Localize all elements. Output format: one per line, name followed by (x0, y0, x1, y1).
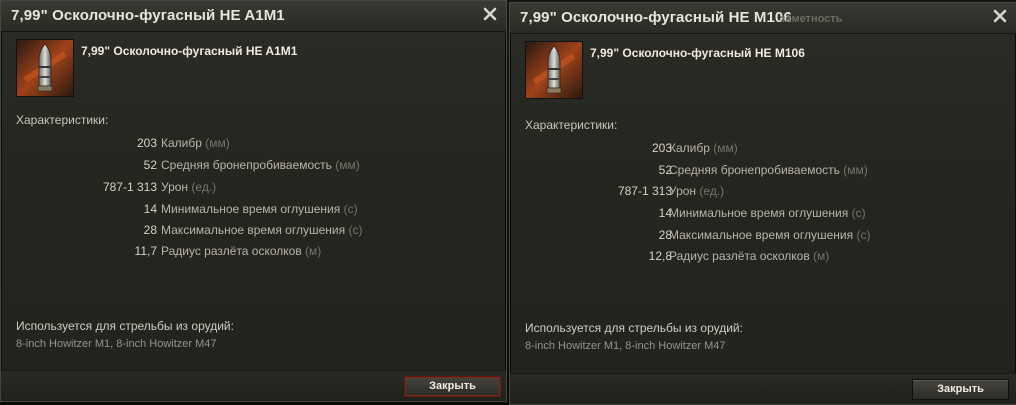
used-by-label: Используется для стрельбы из орудий: (16, 319, 234, 333)
close-button[interactable]: Закрыть (912, 379, 1009, 400)
shell-name: 7,99" Осколочно-фугасный HE A1M1 (81, 44, 298, 58)
stat-name: Максимальное время оглушения (с) (161, 223, 363, 237)
stat-row-penetration: 52 Средняя бронепробиваемость (мм) (1, 158, 506, 174)
stat-value: 52 (143, 158, 157, 172)
stat-value: 787-1 313 (617, 184, 672, 198)
stat-row-max-stun: 28 Максимальное время оглушения (с) (1, 223, 506, 239)
stat-row-caliber: 203 Калибр (мм) (510, 141, 1016, 157)
stat-row-max-stun: 28 Максимальное время оглушения (с) (510, 228, 1016, 244)
stat-name: Минимальное время оглушения (с) (669, 206, 866, 220)
stat-value: 14 (143, 202, 157, 216)
stat-name: Средняя бронепробиваемость (мм) (161, 158, 360, 172)
shell-info-window-m106: 7,99" Осколочно-фугасный HE M106 заметно… (509, 2, 1016, 405)
window-footer: Закрыть (510, 373, 1016, 404)
stat-value: 52 (658, 163, 672, 177)
close-icon[interactable] (482, 6, 498, 22)
stat-row-damage: 787-1 313 Урон (ед.) (510, 184, 1016, 200)
characteristics-label: Характеристики: (525, 118, 618, 132)
close-icon[interactable] (992, 8, 1008, 24)
stat-name: Радиус разлёта осколков (м) (161, 244, 322, 258)
stat-row-penetration: 52 Средняя бронепробиваемость (мм) (510, 163, 1016, 179)
used-by-label: Используется для стрельбы из орудий: (525, 321, 743, 335)
guns-list: 8-inch Howitzer M1, 8-inch Howitzer M47 (525, 340, 726, 352)
stat-row-min-stun: 14 Минимальное время оглушения (с) (510, 206, 1016, 222)
stat-row-splash-radius: 12,8 Радиус разлёта осколков (м) (510, 249, 1016, 265)
stat-value: 787-1 313 (102, 180, 157, 194)
shell-name: 7,99" Осколочно-фугасный HE M106 (590, 46, 805, 60)
he-shell-icon (525, 41, 583, 99)
characteristics-label: Характеристики: (16, 113, 109, 127)
stat-name: Калибр (мм) (669, 141, 738, 155)
stat-value: 28 (658, 228, 672, 242)
stat-name: Урон (ед.) (161, 180, 217, 194)
stat-name: Максимальное время оглушения (с) (669, 228, 871, 242)
stat-name: Минимальное время оглушения (с) (161, 202, 358, 216)
stat-name: Средняя бронепробиваемость (мм) (669, 163, 868, 177)
stat-name: Калибр (мм) (161, 136, 230, 150)
background-ghost-text: заметность (780, 13, 843, 25)
stat-value: 12,8 (648, 249, 672, 263)
window-titlebar[interactable]: 7,99" Осколочно-фугасный HE A1M1 (1, 1, 506, 32)
he-shell-icon (16, 39, 74, 97)
stat-value: 14 (658, 206, 672, 220)
window-title: 7,99" Осколочно-фугасный HE M106 (520, 9, 792, 26)
guns-list: 8-inch Howitzer M1, 8-inch Howitzer M47 (16, 338, 217, 350)
window-title: 7,99" Осколочно-фугасный HE A1M1 (11, 7, 285, 24)
window-titlebar[interactable]: 7,99" Осколочно-фугасный HE M106 заметно… (510, 3, 1016, 34)
stat-value: 203 (136, 136, 157, 150)
shell-info-window-a1m1: 7,99" Осколочно-фугасный HE A1M1 7,99" О… (0, 0, 507, 402)
window-footer: Закрыть (1, 370, 506, 401)
close-button[interactable]: Закрыть (404, 376, 501, 397)
stat-name: Урон (ед.) (669, 184, 725, 198)
stat-value: 203 (651, 141, 672, 155)
stat-row-caliber: 203 Калибр (мм) (1, 136, 506, 152)
stat-row-min-stun: 14 Минимальное время оглушения (с) (1, 202, 506, 218)
stat-row-damage: 787-1 313 Урон (ед.) (1, 180, 506, 196)
stat-value: 11,7 (134, 244, 157, 258)
stat-name: Радиус разлёта осколков (м) (669, 249, 830, 263)
stat-row-splash-radius: 11,7 Радиус разлёта осколков (м) (1, 244, 506, 260)
stat-value: 28 (143, 223, 157, 237)
